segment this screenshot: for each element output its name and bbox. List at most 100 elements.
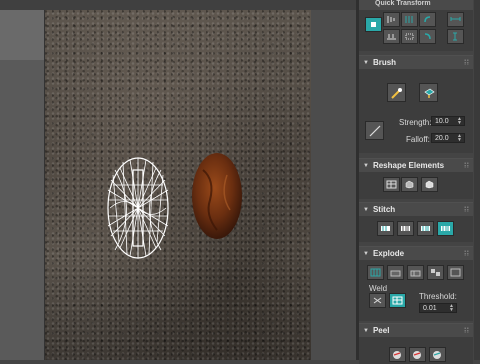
strength-value: 10.0 bbox=[435, 117, 449, 125]
raisin-image bbox=[192, 153, 242, 239]
uv-editor-viewport[interactable] bbox=[45, 10, 311, 360]
stitch-rollout: ▼ Stitch bbox=[359, 202, 473, 242]
weld-label: Weld bbox=[369, 284, 388, 293]
viewport-corner bbox=[0, 10, 44, 60]
align-center-button[interactable] bbox=[365, 17, 382, 32]
explode-icon bbox=[450, 268, 461, 277]
weld-icon bbox=[392, 296, 403, 305]
checker-icon bbox=[431, 269, 440, 276]
stitch-header[interactable]: ▼ Stitch bbox=[359, 203, 473, 216]
threshold-spinner[interactable]: 0.01 ▲ ▼ bbox=[419, 303, 457, 313]
rotate-ccw-icon bbox=[424, 16, 431, 23]
falloff-label: Falloff: bbox=[406, 135, 430, 144]
explode-polygons-button[interactable] bbox=[407, 265, 424, 280]
falloff-spinner[interactable]: 20.0 ▲ ▼ bbox=[431, 133, 465, 143]
uv-mesh-icon[interactable] bbox=[107, 157, 169, 259]
stitch-icon bbox=[381, 226, 390, 231]
rollout-title: Quick Transform bbox=[375, 0, 431, 7]
explode-checker-button[interactable] bbox=[427, 265, 444, 280]
explode-icon bbox=[410, 270, 421, 277]
relax-brush-button[interactable] bbox=[419, 83, 438, 102]
pin-icon bbox=[433, 351, 441, 359]
rollout-title: Stitch bbox=[372, 205, 396, 214]
stitch-target-button[interactable] bbox=[437, 221, 454, 236]
explode-settings-button[interactable] bbox=[447, 265, 464, 280]
space-horizontal-button[interactable] bbox=[447, 12, 464, 27]
rollout-title: Reshape Elements bbox=[372, 161, 445, 170]
viewport-frame bbox=[0, 0, 356, 360]
align-distribute-button[interactable] bbox=[401, 29, 418, 44]
stitch-icon bbox=[441, 226, 450, 231]
pinch-brush-button[interactable] bbox=[365, 121, 384, 140]
rollout-title: Peel bbox=[372, 326, 390, 335]
pinch-icon bbox=[369, 125, 380, 136]
strength-label: Strength: bbox=[399, 118, 432, 127]
grip-icon[interactable] bbox=[464, 162, 469, 168]
grip-icon[interactable] bbox=[464, 206, 469, 212]
peel-rollout: ▼ Peel bbox=[359, 323, 473, 364]
paint-move-button[interactable] bbox=[387, 83, 406, 102]
align-left-button[interactable] bbox=[383, 12, 400, 27]
align-bottom-button[interactable] bbox=[383, 29, 400, 44]
spinner-arrows-icon[interactable]: ▲ ▼ bbox=[449, 304, 454, 313]
peel-icon bbox=[393, 351, 401, 359]
collapse-arrow-icon: ▼ bbox=[363, 327, 369, 334]
viewport-left-panel bbox=[0, 10, 45, 360]
stitch-source-button[interactable] bbox=[397, 221, 414, 236]
brush-rollout: ▼ Brush Strength: 10.0 ▲ ▼ Falloff: 20.0 ▲ ▼ bbox=[359, 55, 473, 153]
relax-button[interactable] bbox=[401, 177, 418, 192]
explode-icon bbox=[390, 270, 401, 277]
relax-settings-button[interactable] bbox=[421, 177, 438, 192]
explode-rollout: ▼ Explode Weld Threshold: 0.01 ▲ ▼ bbox=[359, 246, 473, 321]
reshape-header[interactable]: ▼ Reshape Elements bbox=[359, 159, 473, 172]
grip-icon[interactable] bbox=[464, 250, 469, 256]
align-left-icon bbox=[387, 16, 395, 23]
collapse-arrow-icon: ▼ bbox=[363, 206, 369, 213]
quick-transform-rollout: Quick Transform bbox=[359, 0, 473, 51]
viewport-top-bar bbox=[0, 0, 356, 10]
align-bottom-icon bbox=[387, 34, 396, 40]
cube-settings-icon bbox=[425, 180, 434, 189]
grip-icon[interactable] bbox=[464, 327, 469, 333]
space-vertical-button[interactable] bbox=[447, 29, 464, 44]
straighten-button[interactable] bbox=[383, 177, 400, 192]
grip-icon[interactable] bbox=[464, 59, 469, 65]
space-vertical-icon bbox=[453, 32, 457, 41]
break-button[interactable] bbox=[367, 265, 384, 280]
viewport-right-gutter bbox=[311, 10, 356, 360]
rotate-cw-icon bbox=[424, 33, 431, 40]
grid-icon bbox=[386, 180, 397, 189]
explode-header[interactable]: ▼ Explode bbox=[359, 247, 473, 260]
explode-by-group-button[interactable] bbox=[387, 265, 404, 280]
brush-relax-icon bbox=[423, 88, 435, 98]
rollout-title: Explode bbox=[372, 249, 405, 258]
align-icon bbox=[371, 22, 376, 27]
threshold-label: Threshold: bbox=[419, 292, 457, 301]
brush-paint-icon bbox=[390, 87, 402, 99]
reshape-elements-rollout: ▼ Reshape Elements bbox=[359, 158, 473, 199]
weld-icon bbox=[373, 297, 382, 304]
falloff-value: 20.0 bbox=[435, 134, 449, 142]
stitch-average-button[interactable] bbox=[417, 221, 434, 236]
panel-scrollbar[interactable] bbox=[474, 0, 480, 360]
rotate-cw-button[interactable] bbox=[419, 29, 436, 44]
stitch-icon bbox=[401, 226, 410, 231]
weld-all-button[interactable] bbox=[389, 293, 406, 308]
spinner-arrows-icon[interactable]: ▲ ▼ bbox=[457, 117, 462, 126]
strength-spinner[interactable]: 10.0 ▲ ▼ bbox=[431, 116, 465, 126]
collapse-arrow-icon: ▼ bbox=[363, 250, 369, 257]
align-vertical-button[interactable] bbox=[401, 12, 418, 27]
quick-transform-header[interactable]: Quick Transform bbox=[359, 0, 473, 10]
weld-selected-button[interactable] bbox=[369, 293, 386, 308]
space-horizontal-icon bbox=[450, 17, 461, 21]
rotate-ccw-button[interactable] bbox=[419, 12, 436, 27]
stitch-custom-button[interactable] bbox=[377, 221, 394, 236]
peel-header[interactable]: ▼ Peel bbox=[359, 324, 473, 337]
peel-icon bbox=[413, 351, 421, 359]
threshold-value: 0.01 bbox=[423, 304, 437, 312]
explode-icon bbox=[370, 268, 381, 277]
cube-icon bbox=[405, 180, 414, 189]
spinner-arrows-icon[interactable]: ▲ ▼ bbox=[457, 134, 462, 143]
brush-header[interactable]: ▼ Brush bbox=[359, 56, 473, 69]
collapse-arrow-icon: ▼ bbox=[363, 162, 369, 169]
